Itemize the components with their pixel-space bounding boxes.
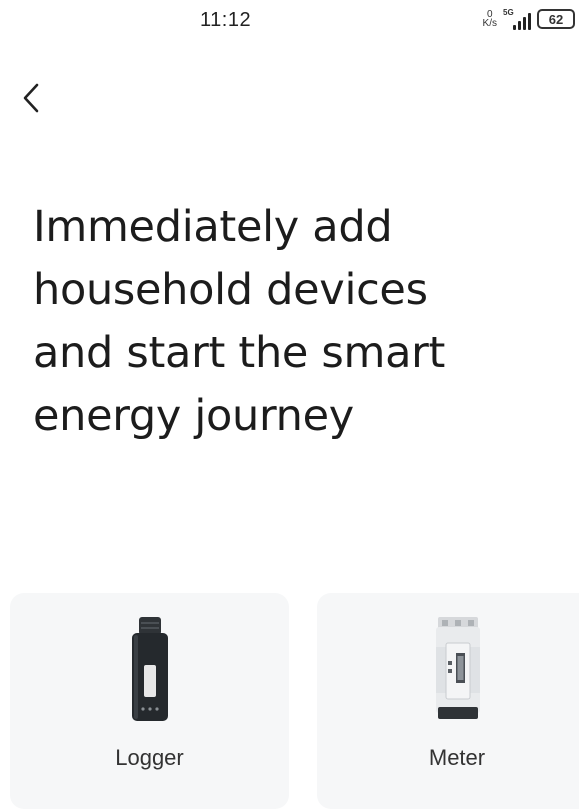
title-line: household devices bbox=[33, 265, 428, 315]
device-label: Logger bbox=[115, 745, 184, 770]
title-line: and start the smart bbox=[33, 328, 446, 378]
network-speed-unit: K/s bbox=[482, 18, 497, 29]
device-card-logger[interactable]: Logger bbox=[10, 593, 289, 809]
network-speed: 0 K/s bbox=[482, 10, 497, 29]
logger-device-icon bbox=[132, 617, 168, 721]
battery-icon: 62 bbox=[537, 9, 575, 29]
title-line: energy journey bbox=[33, 391, 354, 441]
meter-device-icon bbox=[436, 617, 480, 719]
page-title: Immediately add household devices and st… bbox=[33, 196, 553, 448]
battery-level: 62 bbox=[548, 11, 564, 27]
network-type: 5G bbox=[503, 8, 514, 17]
status-time: 11:12 bbox=[200, 9, 252, 31]
title-line: Immediately add bbox=[33, 202, 393, 252]
cellular-signal-icon: 5G bbox=[503, 8, 531, 30]
chevron-left-icon bbox=[23, 83, 39, 113]
status-bar: 11:12 0 K/s 5G 62 bbox=[0, 0, 579, 44]
status-indicators: 0 K/s 5G 62 bbox=[483, 8, 575, 30]
device-card-meter[interactable]: Meter bbox=[317, 593, 579, 809]
back-button[interactable] bbox=[22, 78, 58, 118]
device-label: Meter bbox=[428, 745, 486, 770]
